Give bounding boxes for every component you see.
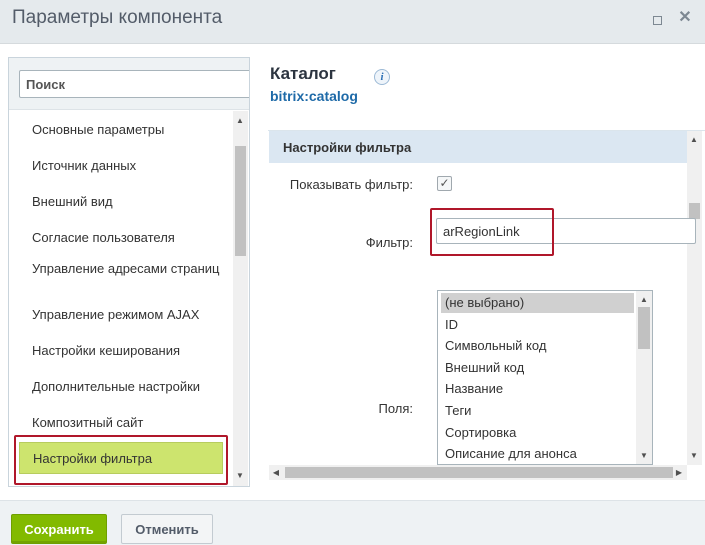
close-icon[interactable]: ✕: [678, 10, 692, 26]
fields-label: Поля:: [378, 401, 413, 416]
sidebar-item-composite[interactable]: Композитный сайт: [17, 415, 227, 430]
dialog-header: Параметры компонента ✕: [0, 0, 705, 44]
sidebar-item-caching[interactable]: Настройки кеширования: [17, 343, 227, 358]
panel-scrollbar[interactable]: ▲ ▼: [687, 131, 702, 465]
checkmark-icon: ✓: [439, 176, 450, 190]
panel-scroll-thumb[interactable]: [689, 203, 700, 219]
sidebar-item-appearance[interactable]: Внешний вид: [17, 194, 227, 209]
sidebar-item-data-source[interactable]: Источник данных: [17, 158, 227, 173]
listbox-scrollbar[interactable]: ▲ ▼: [636, 291, 652, 464]
sidebar-item-additional[interactable]: Дополнительные настройки: [17, 379, 227, 394]
panel-hscroll-thumb[interactable]: [285, 467, 673, 478]
highlight-outline-sidebar: [14, 435, 228, 485]
scroll-up-icon[interactable]: ▲: [637, 295, 651, 305]
list-item[interactable]: Символьный код: [441, 336, 634, 356]
sidebar-scrollbar[interactable]: ▲ ▼: [233, 111, 248, 486]
scroll-up-icon[interactable]: ▲: [687, 135, 701, 145]
dialog-title: Параметры компонента: [12, 7, 223, 28]
fields-listbox[interactable]: (не выбрано) ID Символьный код Внешний к…: [437, 290, 653, 465]
listbox-scroll-thumb[interactable]: [638, 307, 650, 349]
scroll-down-icon[interactable]: ▼: [233, 471, 247, 481]
scroll-right-icon[interactable]: ▶: [672, 468, 686, 478]
section-title: Настройки фильтра: [283, 140, 412, 155]
section-header: Настройки фильтра: [269, 131, 687, 163]
dialog-footer: Сохранить Отменить: [0, 500, 705, 545]
filter-label: Фильтр:: [365, 235, 413, 250]
scroll-left-icon[interactable]: ◀: [269, 468, 283, 478]
sidebar-item-ajax[interactable]: Управление режимом AJAX: [17, 307, 227, 322]
save-button[interactable]: Сохранить: [11, 514, 107, 544]
highlight-outline-filter: [430, 208, 554, 256]
list-item[interactable]: Описание для анонса: [441, 444, 634, 464]
maximize-icon[interactable]: [650, 13, 664, 27]
list-item[interactable]: Сортировка: [441, 423, 634, 443]
show-filter-label: Показывать фильтр:: [289, 177, 413, 192]
sidebar-scroll-thumb[interactable]: [235, 146, 246, 256]
cancel-button[interactable]: Отменить: [121, 514, 213, 544]
scroll-down-icon[interactable]: ▼: [637, 451, 651, 461]
component-code: bitrix:catalog: [270, 88, 358, 104]
sidebar-item-basic[interactable]: Основные параметры: [17, 122, 227, 137]
component-title: Каталог: [270, 64, 336, 83]
scroll-down-icon[interactable]: ▼: [687, 451, 701, 461]
search-input[interactable]: [19, 70, 249, 98]
info-icon[interactable]: i: [374, 69, 390, 85]
search-bar: [9, 58, 249, 110]
list-item[interactable]: Теги: [441, 401, 634, 421]
list-item[interactable]: Название: [441, 379, 634, 399]
list-item[interactable]: ID: [441, 315, 634, 335]
show-filter-checkbox[interactable]: ✓: [437, 176, 452, 191]
sidebar-item-url-management[interactable]: Управление адресами страниц: [17, 261, 227, 276]
panel-hscrollbar[interactable]: ◀ ▶: [269, 465, 687, 480]
list-item[interactable]: (не выбрано): [441, 293, 634, 313]
sidebar-item-user-consent[interactable]: Согласие пользователя: [17, 230, 227, 245]
list-item[interactable]: Внешний код: [441, 358, 634, 378]
scroll-up-icon[interactable]: ▲: [233, 116, 247, 126]
sidebar: Основные параметры Источник данных Внешн…: [8, 57, 250, 487]
